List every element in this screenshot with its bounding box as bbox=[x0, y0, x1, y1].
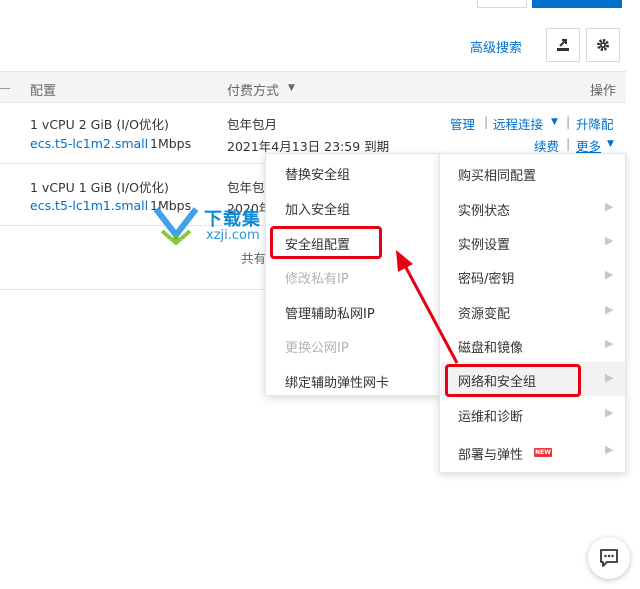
bandwidth: 1Mbps bbox=[150, 136, 192, 151]
watermark-logo-icon bbox=[153, 207, 199, 245]
menu-item-password-key[interactable]: 密码/密钥 bbox=[458, 268, 514, 287]
chat-icon bbox=[600, 549, 618, 567]
table-header: 配置 付费方式 ▼ 操作 bbox=[0, 71, 626, 103]
chevron-right-icon: ▶ bbox=[605, 303, 614, 316]
caret-down-icon[interactable]: ▼ bbox=[607, 139, 614, 149]
remote-connect-link[interactable]: 远程连接 bbox=[493, 114, 543, 133]
submenu-item-change-public-ip: 更换公网IP bbox=[285, 341, 349, 356]
chevron-right-icon: ▶ bbox=[605, 200, 614, 213]
submenu-item-modify-private-ip: 修改私有IP bbox=[285, 272, 349, 287]
chat-button[interactable] bbox=[588, 537, 630, 579]
settings-button[interactable] bbox=[586, 28, 620, 62]
column-header-payment[interactable]: 付费方式 bbox=[227, 80, 279, 99]
submenu-item-manage-secondary-ip[interactable]: 管理辅助私网IP bbox=[285, 303, 375, 322]
highlight-box-network-security bbox=[445, 364, 581, 397]
instance-type-link[interactable]: ecs.t5-lc1m2.small bbox=[30, 136, 148, 151]
instance-spec: 1 vCPU 1 GiB (I/O优化) bbox=[30, 180, 169, 195]
payment-type: 包年包月 bbox=[227, 117, 278, 132]
manage-link[interactable]: 管理 bbox=[450, 114, 475, 133]
instance-spec: 1 vCPU 2 GiB (I/O优化) bbox=[30, 117, 169, 132]
chevron-right-icon: ▶ bbox=[605, 406, 614, 419]
highlight-box-security-config bbox=[270, 226, 382, 259]
ops-separator: | bbox=[566, 136, 571, 151]
top-secondary-button[interactable] bbox=[477, 0, 527, 8]
watermark-site: xzji.com bbox=[206, 228, 260, 243]
column-header-ops: 操作 bbox=[590, 84, 617, 99]
menu-item-buy-same[interactable]: 购买相同配置 bbox=[458, 165, 536, 184]
menu-item-ops-diagnostics[interactable]: 运维和诊断 bbox=[458, 406, 523, 425]
export-button[interactable] bbox=[546, 28, 580, 62]
chevron-right-icon: ▶ bbox=[605, 268, 614, 281]
chevron-right-icon: ▶ bbox=[605, 371, 614, 384]
ops-separator: | bbox=[566, 114, 571, 129]
submenu-item-bind-eni[interactable]: 绑定辅助弹性网卡 bbox=[285, 372, 389, 391]
watermark: 下载集 xzji.com bbox=[152, 205, 272, 245]
submenu-item-replace-security-group[interactable]: 替换安全组 bbox=[285, 164, 350, 183]
submenu-network-security: 替换安全组 加入安全组 安全组配置 修改私有IP 管理辅助私网IP 更换公网IP… bbox=[265, 153, 442, 396]
instance-type-link[interactable]: ecs.t5-lc1m1.small bbox=[30, 198, 148, 213]
menu-item-disk-image[interactable]: 磁盘和镜像 bbox=[458, 337, 523, 356]
top-primary-button[interactable] bbox=[532, 0, 622, 8]
new-badge: NEW bbox=[534, 448, 552, 457]
caret-down-icon[interactable]: ▼ bbox=[551, 117, 558, 127]
chevron-right-icon: ▶ bbox=[605, 337, 614, 350]
submenu-item-join-security-group[interactable]: 加入安全组 bbox=[285, 199, 350, 218]
column-header-config: 配置 bbox=[30, 84, 57, 99]
menu-item-instance-settings[interactable]: 实例设置 bbox=[458, 234, 510, 253]
header-fragment bbox=[0, 88, 10, 89]
payment-type: 包年包 bbox=[227, 180, 265, 195]
menu-item-deploy-elastic[interactable]: 部署与弹性 bbox=[458, 444, 523, 463]
more-actions-menu: 购买相同配置 实例状态 ▶ 实例设置 ▶ 密码/密钥 ▶ 资源变配 ▶ 磁盘和镜… bbox=[439, 153, 626, 473]
advanced-search-link[interactable]: 高级搜索 bbox=[470, 37, 522, 56]
upgrade-link[interactable]: 升降配 bbox=[576, 114, 614, 133]
export-icon bbox=[557, 39, 569, 51]
ops-separator: | bbox=[484, 114, 489, 129]
chevron-right-icon: ▶ bbox=[605, 234, 614, 247]
menu-item-resource-change[interactable]: 资源变配 bbox=[458, 303, 510, 322]
menu-item-instance-status[interactable]: 实例状态 bbox=[458, 200, 510, 219]
gear-icon bbox=[597, 39, 609, 51]
chevron-right-icon: ▶ bbox=[605, 443, 614, 456]
total-count-text: 共有 bbox=[241, 251, 267, 266]
caret-down-icon[interactable]: ▼ bbox=[288, 83, 295, 93]
